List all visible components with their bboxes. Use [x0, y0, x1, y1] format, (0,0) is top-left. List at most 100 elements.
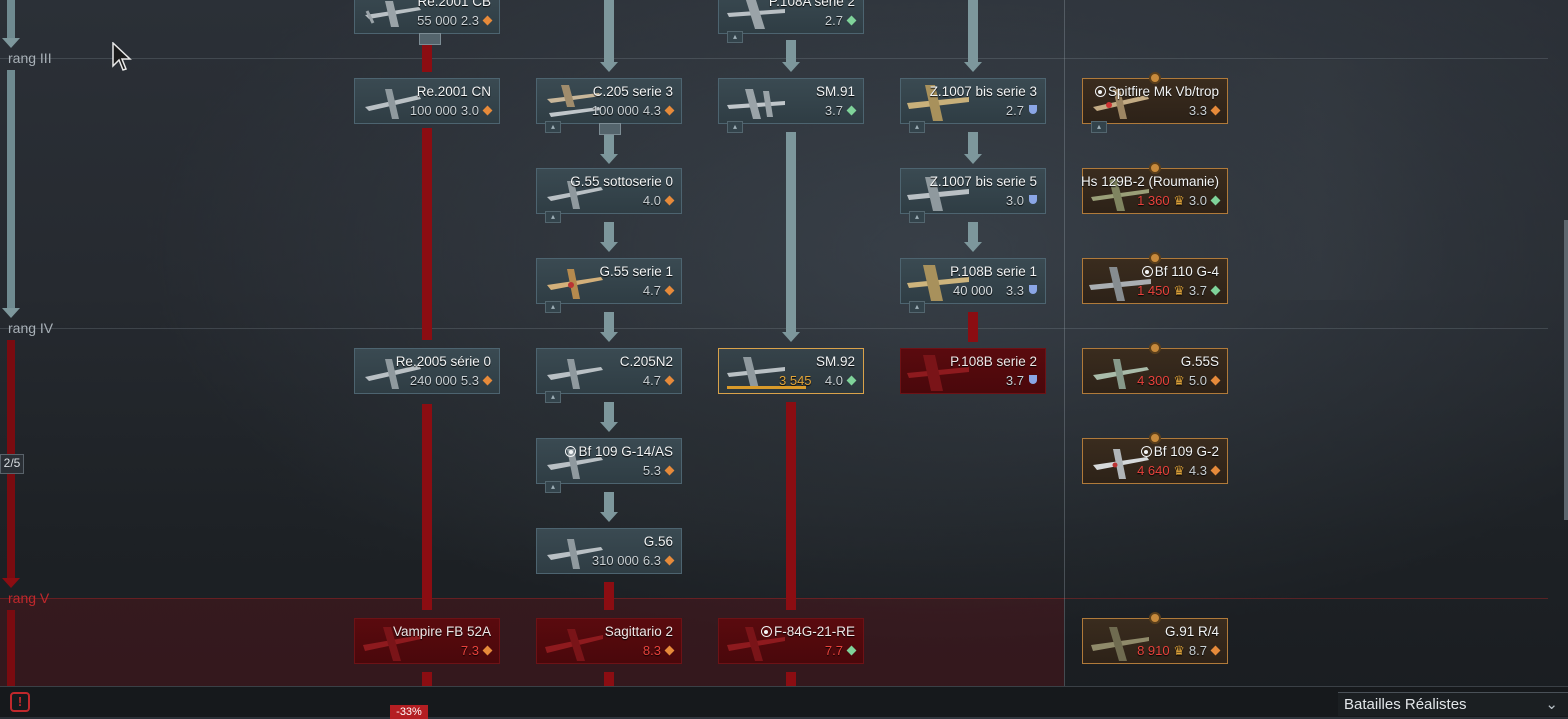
research-diamond-icon [846, 645, 857, 656]
vehicle-card-sm91[interactable]: SM.91 3.7 ▴ [718, 78, 864, 133]
vehicle-card-g55s[interactable]: G.55S 4 300 ♛ 5.0 [1082, 342, 1228, 394]
vehicle-stats: 1 450 ♛ 3.7 [1137, 283, 1221, 299]
research-diamond-icon [664, 105, 675, 116]
vehicle-card-re2001cn[interactable]: Re.2001 CN 100 000 3.0 [354, 78, 500, 124]
vehicle-card-g55s1[interactable]: G.55 serie 1 4.7 ▴ [536, 258, 682, 313]
tree-arrow [600, 242, 618, 252]
vehicle-card-spitfire[interactable]: Spitfire Mk Vb/trop 3.3 ▴ [1082, 72, 1228, 133]
research-diamond-icon [664, 375, 675, 386]
vehicle-card-re2001cb[interactable]: Re.2001 CB 55 000 2.3 [354, 0, 500, 45]
vehicle-card-p108bs1[interactable]: P.108B serie 1 40 000 3.3 ▴ [900, 258, 1046, 313]
game-mode-label: Batailles Réalistes [1344, 696, 1467, 713]
rank-v-band [0, 598, 1064, 686]
background-crane-silhouette [1190, 60, 1450, 300]
vehicle-name: Z.1007 bis serie 3 [929, 84, 1037, 99]
plane-icon [547, 269, 603, 299]
vehicle-card-c205n2[interactable]: C.205N2 4.7 ▴ [536, 348, 682, 403]
research-diamond-icon [1210, 375, 1221, 386]
vehicle-card-bf109g14[interactable]: Bf 109 G-14/AS 5.3 ▴ [536, 438, 682, 493]
vehicle-stats: 100 000 3.0 [410, 103, 493, 118]
rank-progress-rail [7, 70, 15, 310]
bomber-shield-icon [1029, 375, 1037, 384]
vehicle-card-sm92[interactable]: SM.92 3 545 4.0 [718, 348, 864, 394]
rank-label-iv: rang IV [8, 320, 54, 336]
vertical-scrollbar[interactable] [1564, 220, 1568, 520]
vehicle-stats: 3.3 [1189, 103, 1221, 118]
vehicle-card-bf110[interactable]: Bf 110 G-4 1 450 ♛ 3.7 [1082, 252, 1228, 304]
tree-connector [422, 128, 432, 340]
vehicle-br: 4.3 [1188, 463, 1207, 478]
squadron-mark-icon [760, 626, 772, 637]
vehicle-stats: 8 910 ♛ 8.7 [1137, 643, 1221, 659]
tree-arrow [964, 62, 982, 72]
vehicle-card-z1007s3[interactable]: Z.1007 bis serie 3 2.7 ▴ [900, 78, 1046, 133]
tree-arrow [600, 422, 618, 432]
tree-connector [968, 312, 978, 342]
vehicle-card-re2005[interactable]: Re.2005 série 0 240 000 5.3 [354, 348, 500, 394]
vehicle-card-g91[interactable]: G.91 R/4 8 910 ♛ 8.7 [1082, 612, 1228, 664]
vehicle-name: G.56 [643, 534, 673, 549]
vehicle-card-z1007s5[interactable]: Z.1007 bis serie 5 3.0 ▴ [900, 168, 1046, 223]
vehicle-name: G.55S [1180, 354, 1219, 369]
tree-arrow [600, 154, 618, 164]
vehicle-card-bf109g2[interactable]: Bf 109 G-2 4 640 ♛ 4.3 [1082, 432, 1228, 484]
vehicle-stats: 4 640 ♛ 4.3 [1137, 463, 1221, 479]
research-diamond-icon [664, 195, 675, 206]
alert-icon[interactable]: ! [10, 692, 30, 712]
tree-connector [604, 222, 614, 242]
vehicle-br: 5.0 [1188, 373, 1207, 388]
vehicle-card-vampire[interactable]: Vampire FB 52A 7.3 [354, 618, 500, 664]
group-expand-icon[interactable] [419, 33, 441, 45]
research-diamond-icon [1210, 645, 1221, 656]
vehicle-name: Hs 129B-2 (Roumanie) [1080, 174, 1219, 189]
vehicle-type-icon: ▴ [909, 121, 925, 133]
tree-connector [786, 402, 796, 610]
vehicle-name: Re.2005 série 0 [395, 354, 491, 369]
research-diamond-icon [482, 375, 493, 386]
group-expand-icon[interactable] [599, 123, 621, 135]
eagle-icon: ♛ [1169, 373, 1185, 388]
vehicle-cost: 240 000 [409, 373, 457, 388]
tree-connector [968, 0, 978, 62]
eagle-icon: ♛ [1169, 463, 1185, 478]
vehicle-cost: 4 300 ♛ [1137, 373, 1185, 388]
vehicle-card-p108bs2[interactable]: P.108B serie 2 3.7 [900, 348, 1046, 394]
vehicle-cost-value: 4 640 [1137, 463, 1170, 478]
vehicle-name: Vampire FB 52A [392, 624, 491, 639]
vehicle-cost-value: 8 910 [1137, 643, 1170, 658]
vehicle-br: 4.0 [642, 193, 661, 208]
vehicle-card-f84g[interactable]: F-84G-21-RE 7.7 [718, 618, 864, 664]
vehicle-cost: 100 000 [409, 103, 457, 118]
vehicle-card-c205s3[interactable]: C.205 serie 3 100 000 4.3 ▴ [536, 78, 682, 135]
vehicle-name: P.108B serie 1 [950, 264, 1037, 279]
vehicle-name-text: Bf 109 G-14/AS [578, 444, 673, 459]
tree-connector [422, 672, 432, 686]
background-tank-silhouette [250, 300, 1070, 560]
vehicle-card-hs129[interactable]: Hs 129B-2 (Roumanie) 1 360 ♛ 3.0 [1080, 162, 1228, 214]
vehicle-card-g55s0[interactable]: G.55 sottoserie 0 4.0 ▴ [536, 168, 682, 223]
vehicle-card-g56[interactable]: G.56 310 000 6.3 [536, 528, 682, 574]
research-diamond-icon [1210, 195, 1221, 206]
vehicle-name: Re.2001 CB [417, 0, 491, 9]
vehicle-name-text: F-84G-21-RE [773, 624, 855, 639]
vehicle-stats: 7.3 [461, 643, 493, 658]
vehicle-name: Re.2001 CN [416, 84, 491, 99]
vehicle-type-icon: ▴ [1091, 121, 1107, 133]
tree-connector [604, 0, 614, 62]
research-diamond-icon [846, 105, 857, 116]
vehicle-stats: 8.3 [643, 643, 675, 658]
vehicle-card-p108a[interactable]: P.108A serie 2 2.7 ▴ [718, 0, 864, 43]
vehicle-name: G.91 R/4 [1164, 624, 1219, 639]
rank-progress-arrow [2, 38, 20, 48]
research-diamond-icon [846, 375, 857, 386]
research-diamond-icon [1210, 465, 1221, 476]
bomber-shield-icon [1029, 105, 1037, 114]
game-mode-select[interactable]: Batailles Réalistes ⌄ [1338, 692, 1568, 716]
vehicle-card-sagittario[interactable]: Sagittario 2 8.3 [536, 618, 682, 664]
plane-icon [365, 1, 421, 27]
research-diamond-icon [482, 105, 493, 116]
vehicle-br: 2.7 [824, 13, 843, 28]
vehicle-name: P.108B serie 2 [950, 354, 1037, 369]
vehicle-cost: 40 000 [953, 283, 993, 298]
tree-connector [604, 492, 614, 512]
